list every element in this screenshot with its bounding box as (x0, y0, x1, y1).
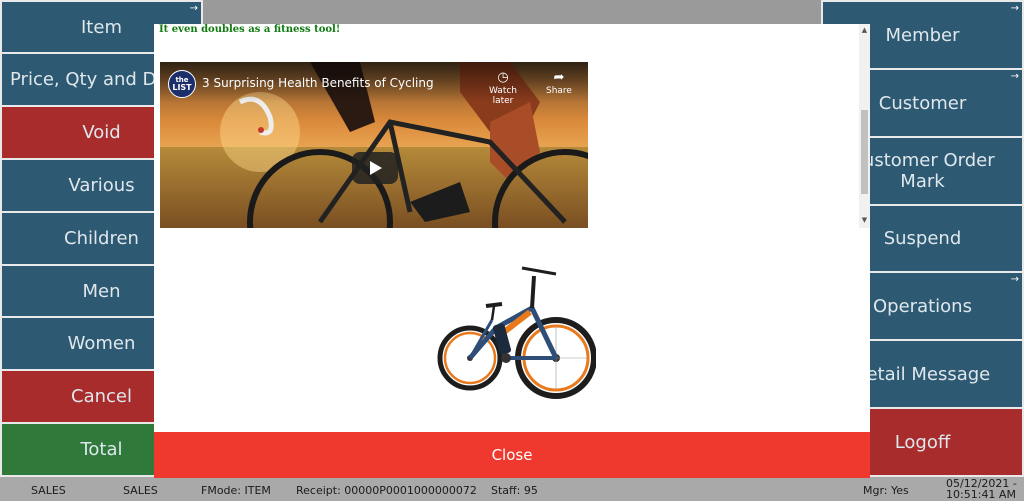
modal-content-scroll-area[interactable]: It even doubles as a fitness tool! the L… (154, 24, 870, 228)
scroll-up-arrow-icon[interactable]: ▲ (860, 26, 869, 35)
electric-bike-image (434, 248, 597, 418)
cancel-label: Cancel (71, 386, 132, 407)
arrow-icon: → (1010, 3, 1019, 14)
close-button[interactable]: Close (154, 432, 870, 478)
retail-message-label: Retail Message (854, 363, 991, 385)
status-bar: SALES SALES FMode: ITEM Receipt: 00000P0… (0, 477, 1024, 501)
status-mode-2: SALES (123, 484, 158, 497)
close-label: Close (491, 446, 533, 464)
customer-label: Customer (878, 92, 967, 114)
women-label: Women (67, 333, 136, 354)
logoff-label: Logoff (894, 431, 951, 453)
status-mode: SALES (31, 484, 66, 497)
status-time: 10:51:41 AM (946, 488, 1016, 501)
status-datetime: 05/12/2021 - 10:51:41 AM (946, 478, 1017, 501)
operations-label: Operations (873, 295, 972, 317)
share-icon: ➦ (553, 70, 565, 85)
member-label: Member (885, 24, 960, 46)
status-fmode: FMode: ITEM (201, 484, 271, 497)
share-label: Share (546, 86, 572, 96)
children-label: Children (64, 228, 139, 249)
clock-icon: ◷ (497, 70, 509, 85)
scroll-down-arrow-icon[interactable]: ▼ (860, 216, 869, 225)
watch-later-label: Watch later (488, 86, 518, 106)
suspend-label: Suspend (883, 228, 962, 249)
customer-order-mark-label-line1: Customer Order (850, 150, 995, 171)
status-staff: Staff: 95 (491, 484, 538, 497)
play-icon[interactable] (352, 152, 398, 184)
channel-logo[interactable]: the LIST (168, 70, 196, 98)
status-receipt: Receipt: 00000P0001000000072 (296, 484, 477, 497)
arrow-icon: → (1010, 71, 1019, 82)
scrollbar-thumb[interactable] (861, 110, 868, 194)
void-label: Void (82, 122, 121, 143)
status-mgr: Mgr: Yes (863, 484, 909, 497)
product-info-modal: It even doubles as a fitness tool! the L… (154, 24, 870, 478)
channel-logo-line2: LIST (172, 83, 192, 92)
arrow-icon: → (189, 3, 198, 14)
video-title[interactable]: 3 Surprising Health Benefits of Cycling (202, 76, 434, 90)
vertical-scrollbar[interactable]: ▲ ▼ (859, 24, 870, 228)
arrow-icon: → (1010, 274, 1019, 285)
customer-order-mark-label-line2: Mark (900, 171, 945, 192)
men-label: Men (82, 280, 121, 302)
share-button[interactable]: ➦ Share (534, 70, 584, 96)
total-label: Total (80, 439, 123, 460)
various-label: Various (68, 175, 135, 196)
promo-headline: It even doubles as a fitness tool! (159, 24, 341, 35)
watch-later-button[interactable]: ◷ Watch later (478, 70, 528, 106)
youtube-video-embed[interactable]: the LIST 3 Surprising Health Benefits of… (160, 62, 588, 228)
item-button-label: Item (81, 16, 122, 38)
